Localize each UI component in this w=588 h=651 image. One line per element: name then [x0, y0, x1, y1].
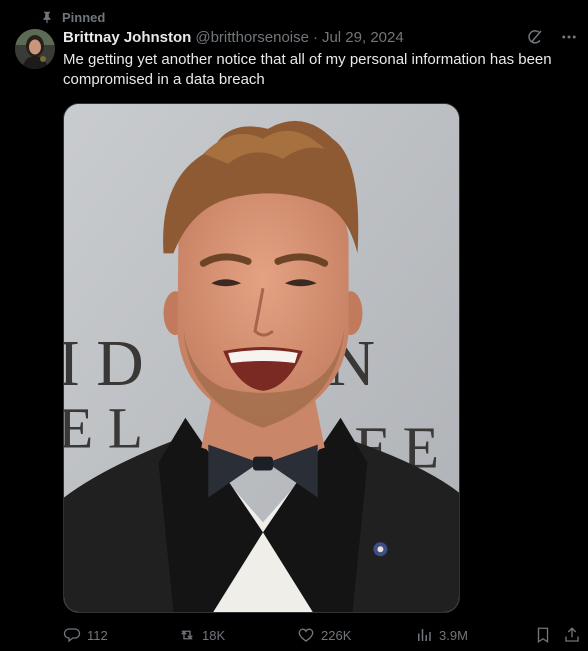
retweet-button[interactable]: 18K — [178, 626, 225, 644]
views-icon — [415, 626, 433, 644]
svg-text:I D: I D — [64, 327, 144, 400]
like-count: 226K — [321, 627, 352, 643]
retweet-count: 18K — [202, 627, 226, 643]
views-count: 3.9M — [439, 627, 468, 643]
pinned-tweet[interactable]: Pinned Brittnay Johnston @britthorsenois… — [0, 0, 588, 651]
views-button[interactable]: 3.9M — [415, 626, 468, 644]
reply-count: 112 — [87, 627, 108, 643]
reply-button[interactable]: 112 — [63, 626, 108, 644]
author-display-name[interactable]: Brittnay Johnston — [63, 28, 191, 48]
tweet-text: Me getting yet another notice that all o… — [63, 51, 552, 88]
tweet-header: Brittnay Johnston @britthorsenoise · Jul… — [63, 28, 578, 48]
share-icon — [563, 626, 581, 644]
tweet-actions: 112 18K 226K 3.9M — [63, 624, 581, 646]
bookmark-icon — [534, 626, 552, 644]
pin-icon — [40, 10, 54, 24]
header-icons — [526, 28, 578, 46]
pinned-label: Pinned — [62, 9, 106, 25]
bookmark-button[interactable] — [534, 626, 552, 644]
svg-text:E L: E L — [64, 398, 143, 461]
tweet-photo[interactable]: I D N E L F E — [63, 103, 460, 613]
share-button[interactable] — [563, 626, 581, 644]
reply-icon — [63, 626, 81, 644]
tweet-date[interactable]: Jul 29, 2024 — [322, 28, 404, 48]
header-separator: · — [312, 29, 318, 46]
like-button[interactable]: 226K — [297, 626, 351, 644]
grok-icon[interactable] — [526, 28, 544, 46]
retweet-icon — [178, 626, 196, 644]
pinned-indicator: Pinned — [40, 8, 105, 26]
avatar[interactable] — [15, 29, 55, 69]
more-icon[interactable] — [560, 28, 578, 46]
author-handle[interactable]: @britthorsenoise — [195, 28, 309, 48]
heart-icon — [297, 626, 315, 644]
